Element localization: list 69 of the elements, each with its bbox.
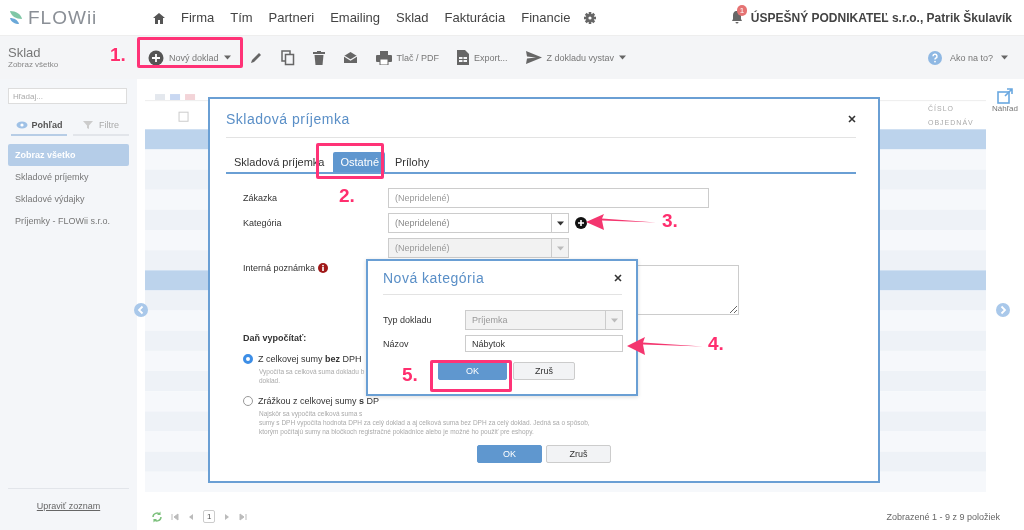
sidebar-item[interactable]: Skladové výdajky — [8, 188, 129, 210]
eye-icon — [15, 121, 28, 129]
toolbar-button[interactable]: Nový doklad — [141, 43, 238, 72]
filter-icon — [83, 121, 95, 129]
field-label: Názov — [383, 338, 409, 349]
radio-button[interactable] — [243, 354, 253, 364]
step-number: 2. — [339, 185, 355, 207]
toolbar-button[interactable]: Z dokladu vystav — [518, 45, 634, 70]
radio-label[interactable]: Z celkovej sumy bez DPH — [258, 354, 362, 364]
printer-icon — [375, 50, 392, 65]
plus-circle-icon — [148, 49, 164, 66]
nav-link[interactable]: Emailing — [322, 10, 388, 25]
pager-summary: Zobrazené 1 - 9 z 9 položiek — [886, 511, 1000, 522]
field-label: Zákazka — [243, 193, 277, 203]
copy-icon[interactable] — [280, 49, 295, 66]
field-label: Typ dokladu — [383, 315, 432, 325]
search-field[interactable]: Hľadaj... — [8, 88, 127, 104]
text-field[interactable]: (Nepridelené) — [388, 188, 709, 208]
account-name[interactable]: ÚSPEŠNÝ PODNIKATEĽ s.r.o., Patrik Škulavík — [750, 10, 1012, 25]
add-icon[interactable] — [575, 217, 587, 229]
text-field[interactable]: Nábytok — [465, 335, 623, 352]
cancel-button[interactable]: Zruš — [546, 445, 611, 463]
nav-link[interactable]: Financie — [513, 10, 579, 25]
sidebar-item[interactable]: Skladové príjemky — [8, 166, 129, 188]
view-tab[interactable]: Pohľad — [11, 118, 67, 136]
caret-icon — [556, 220, 564, 226]
page-subtitle: Zobraz všetko — [8, 60, 59, 69]
dialog-tab[interactable]: Prílohy — [387, 152, 436, 172]
page-number[interactable]: 1 — [203, 510, 216, 523]
leaf-logo-icon — [8, 8, 24, 27]
page-title: Sklad — [8, 46, 41, 60]
step-number: 3. — [662, 210, 678, 232]
select-field[interactable]: (Nepridelené) — [388, 213, 569, 233]
send-icon — [525, 51, 542, 64]
toolbar-button[interactable]: Tlač / PDF — [368, 44, 447, 71]
section-heading: Daň vypočítať: — [243, 333, 308, 343]
field-label: Interná poznámka — [243, 263, 316, 273]
radio-label[interactable]: Zrážkou z celkovej sumy s DP — [258, 396, 380, 406]
logo-text: FLOWii — [28, 6, 98, 29]
trash-icon[interactable] — [312, 50, 325, 65]
select-field: (Nepridelené) — [388, 238, 569, 258]
spreadsheet-file-icon — [457, 50, 470, 65]
nav-link[interactable]: Partneri — [260, 10, 323, 25]
cancel-button[interactable]: Zruš — [513, 362, 575, 380]
nav-link[interactable]: Fakturácia — [436, 10, 514, 25]
pencil-icon[interactable] — [248, 50, 263, 65]
nav-link[interactable]: Firma — [173, 10, 223, 25]
step-number: 5. — [402, 364, 418, 386]
select-field: Príjemka — [465, 310, 623, 330]
radio-button[interactable] — [243, 396, 253, 406]
nav-link[interactable]: Tím — [222, 10, 261, 25]
dialog-title: Skladová príjemka — [226, 111, 350, 127]
notification-badge: 1 — [736, 4, 748, 16]
dialog-title: Nová kategória — [383, 270, 485, 286]
toolbar-button[interactable]: Export... — [450, 44, 515, 71]
caret-icon — [610, 317, 618, 323]
help-button[interactable]: Ako na to? — [921, 49, 1014, 66]
preview-label[interactable]: Náhľad — [992, 104, 1018, 113]
envelope-icon[interactable] — [342, 51, 358, 64]
sidebar-item[interactable]: Príjemky - FLOWii s.r.o. — [8, 210, 129, 232]
caret-icon — [1001, 55, 1008, 60]
help-icon — [927, 50, 942, 65]
field-label: Kategória — [243, 218, 282, 228]
step-number: 1. — [110, 44, 126, 66]
nav-link[interactable]: Sklad — [388, 10, 437, 25]
edit-list-link[interactable]: Upraviť zoznam — [36, 501, 101, 511]
close-icon[interactable] — [848, 115, 856, 123]
step-number: 4. — [708, 333, 724, 355]
close-icon[interactable] — [614, 274, 622, 282]
